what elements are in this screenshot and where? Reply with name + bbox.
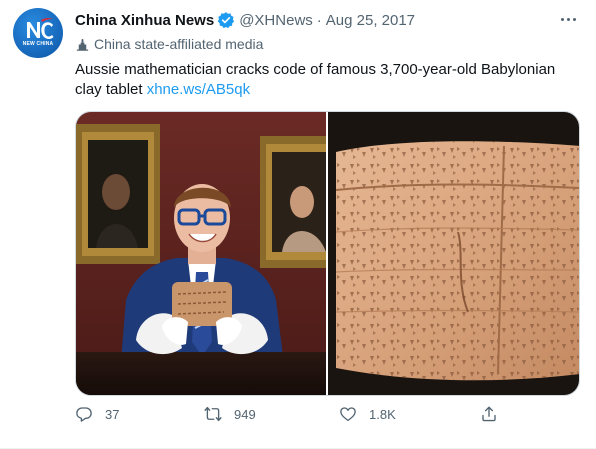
- heart-icon: [340, 407, 356, 422]
- tweet-text: Aussie mathematician cracks code of famo…: [75, 60, 585, 100]
- author-handle[interactable]: @XHNews: [239, 12, 313, 29]
- government-building-icon: [75, 37, 90, 52]
- author-name[interactable]: China Xinhua News: [75, 12, 214, 29]
- like-count: 1.8K: [369, 406, 396, 422]
- retweet-icon: [204, 406, 222, 422]
- tweet-date[interactable]: Aug 25, 2017: [326, 12, 415, 29]
- avatar-caption: NEW CHINA: [22, 41, 54, 47]
- photo-man-with-tablet[interactable]: [76, 112, 326, 395]
- retweet-button[interactable]: 949: [204, 405, 256, 423]
- tweet-header: China Xinhua News @XHNews · Aug 25, 2017: [75, 10, 415, 30]
- share-icon: [482, 406, 496, 422]
- more-dot-icon: [566, 17, 570, 21]
- separator-dot: ·: [316, 11, 322, 29]
- tweet-media[interactable]: [75, 111, 580, 396]
- more-options-button[interactable]: [558, 12, 578, 26]
- more-dot-icon: [560, 17, 564, 21]
- share-button[interactable]: [480, 405, 498, 423]
- action-bar: 37 949 1.8K: [75, 405, 505, 429]
- xinhua-logo-icon: [27, 18, 54, 39]
- reply-count: 37: [105, 406, 120, 422]
- reply-button[interactable]: 37: [75, 405, 119, 423]
- like-button[interactable]: 1.8K: [339, 405, 396, 423]
- tweet-card[interactable]: NEW CHINA China Xinhua News @XHNews · Au…: [0, 0, 596, 449]
- affiliation-text: China state-affiliated media: [94, 36, 264, 52]
- state-media-label[interactable]: China state-affiliated media: [75, 36, 263, 52]
- reply-icon: [76, 407, 92, 422]
- verified-badge-icon: [217, 11, 235, 29]
- photo-clay-tablet-closeup[interactable]: [328, 112, 579, 395]
- tweet-link[interactable]: xhne.ws/AB5qk: [147, 81, 250, 98]
- avatar[interactable]: NEW CHINA: [13, 8, 63, 58]
- retweet-count: 949: [234, 406, 256, 422]
- more-dot-icon: [572, 17, 576, 21]
